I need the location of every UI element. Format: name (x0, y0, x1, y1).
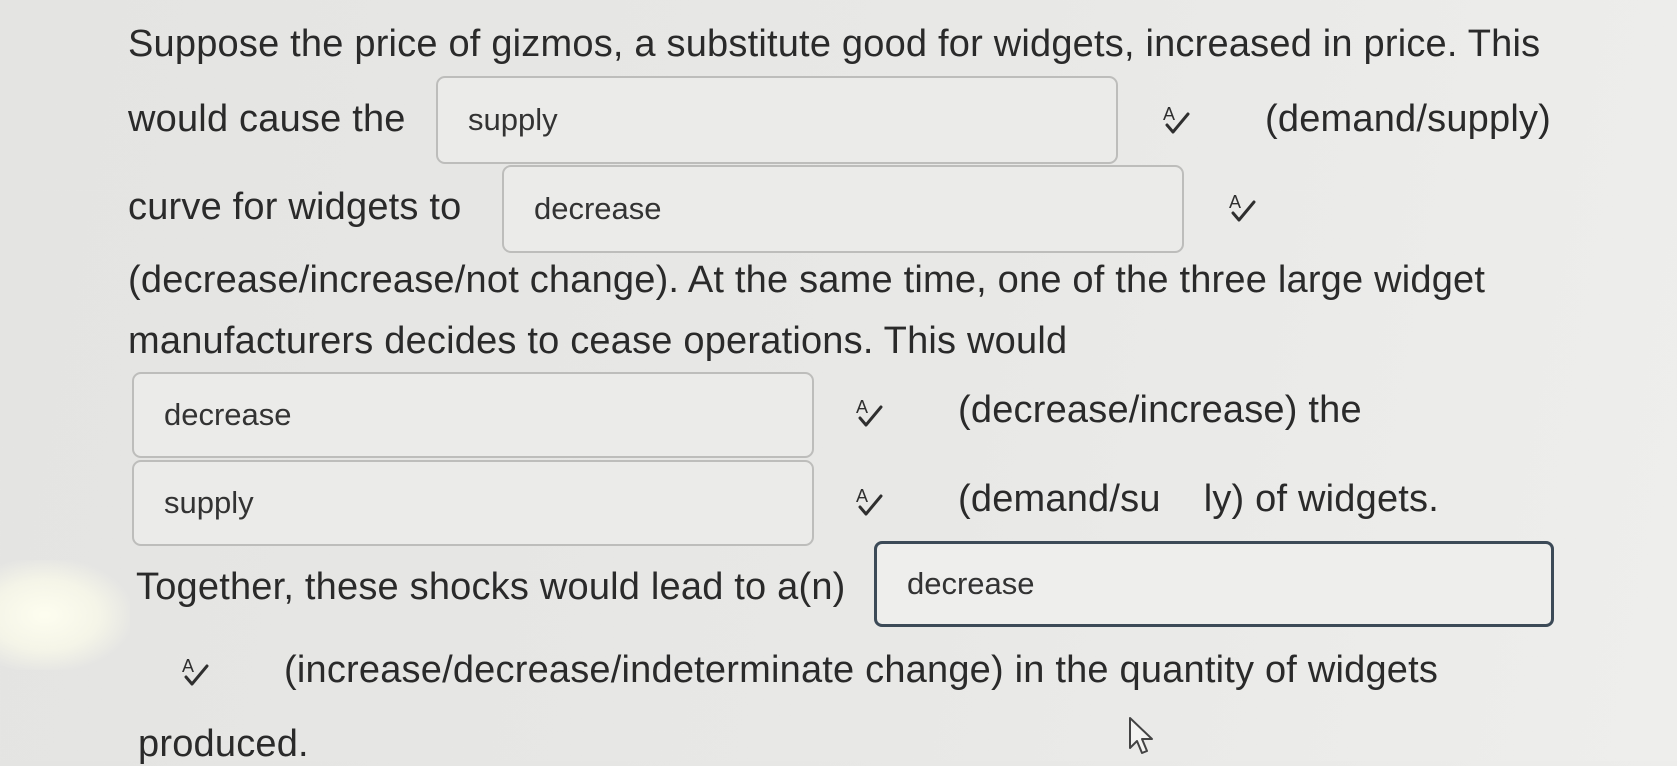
blank-2-value: decrease (534, 191, 662, 226)
question-line-2-lead: would cause the (128, 98, 406, 140)
blank-4-value: supply (164, 485, 254, 520)
blank-4-field[interactable]: supply (132, 460, 814, 546)
blank-1-value: supply (468, 102, 558, 137)
spellcheck-icon[interactable]: A (852, 482, 888, 522)
question-line-8-lead: Together, these shocks would lead to a(n… (136, 566, 846, 608)
svg-text:A: A (856, 397, 868, 417)
spellcheck-icon[interactable]: A (178, 652, 214, 692)
question-line-3-lead: curve for widgets to (128, 186, 462, 228)
svg-text:A: A (856, 486, 868, 506)
spellcheck-icon[interactable]: A (1225, 188, 1261, 228)
mouse-pointer-icon (1128, 716, 1156, 761)
spellcheck-icon[interactable]: A (1159, 100, 1195, 140)
blank-5-field[interactable]: decrease (874, 541, 1554, 627)
svg-text:A: A (1163, 104, 1175, 124)
question-line-4: (decrease/increase/not change). At the s… (128, 259, 1486, 301)
blank-5-value: decrease (907, 566, 1035, 601)
svg-text:A: A (1229, 192, 1241, 212)
question-line-7-options: (demand/su ly) of widgets. (958, 478, 1440, 520)
blank-2-field[interactable]: decrease (502, 165, 1184, 253)
question-line-2-options: (demand/supply) (1265, 98, 1552, 140)
question-line-1: Suppose the price of gizmos, a substitut… (128, 23, 1541, 65)
screen-glare (0, 560, 130, 670)
question-line-5: manufacturers decides to cease operation… (128, 320, 1068, 362)
blank-3-value: decrease (164, 397, 292, 432)
svg-text:A: A (182, 656, 194, 676)
blank-1-field[interactable]: supply (436, 76, 1118, 164)
question-line-6-options: (decrease/increase) the (958, 389, 1362, 431)
blank-3-field[interactable]: decrease (132, 372, 814, 458)
spellcheck-icon[interactable]: A (852, 393, 888, 433)
question-line-10: produced. (138, 723, 309, 765)
question-line-9-options: (increase/decrease/indeterminate change)… (284, 649, 1439, 691)
